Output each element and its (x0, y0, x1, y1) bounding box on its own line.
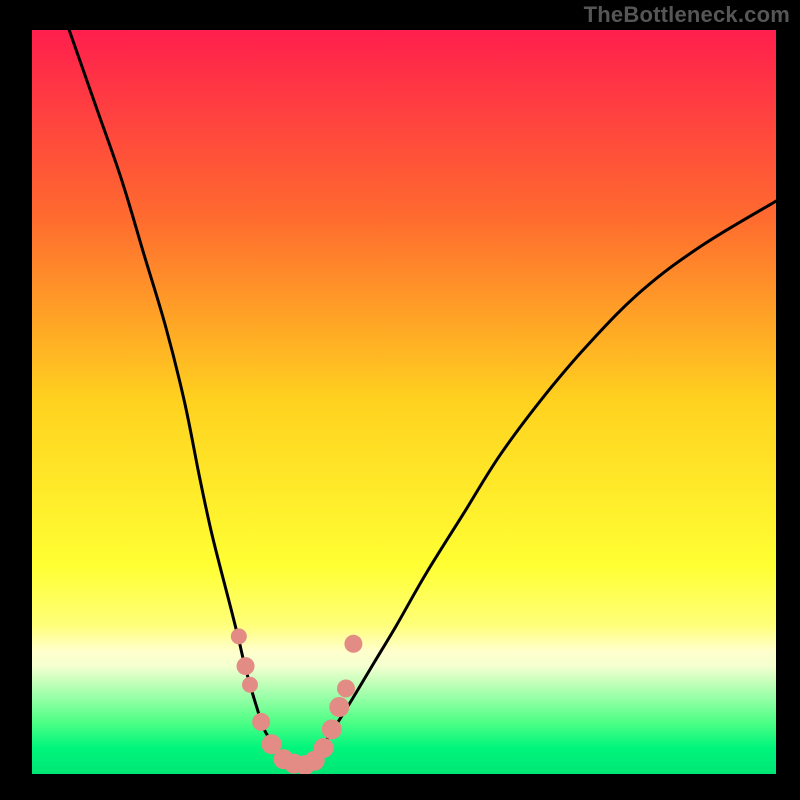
marker-dot (314, 738, 334, 758)
marker-dot (344, 635, 362, 653)
chart-frame: TheBottleneck.com (0, 0, 800, 800)
marker-dot (231, 628, 247, 644)
gradient-background (32, 30, 776, 774)
marker-dot (252, 713, 270, 731)
marker-dot (337, 679, 355, 697)
marker-dot (242, 677, 258, 693)
marker-dot (329, 697, 349, 717)
marker-dot (322, 719, 342, 739)
bottleneck-chart (0, 0, 800, 800)
marker-dot (237, 657, 255, 675)
